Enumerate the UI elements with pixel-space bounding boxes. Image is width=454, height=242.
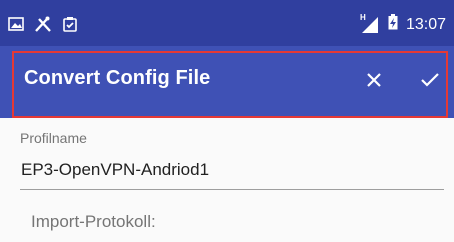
status-bar-notifications [8, 16, 78, 37]
app-toolbar: Convert Config File [0, 46, 454, 118]
status-bar-system: H 13:07 [360, 13, 446, 35]
image-icon [8, 17, 24, 36]
toolbar-title: Convert Config File [24, 67, 211, 89]
profile-name-label: Profilname [20, 130, 87, 146]
cancel-button[interactable] [356, 64, 392, 100]
profile-name-field[interactable] [20, 156, 444, 190]
clipboard-check-icon [62, 16, 78, 37]
close-icon [366, 72, 382, 93]
clock: 13:07 [405, 15, 446, 33]
check-icon [420, 72, 440, 93]
status-bar: H 13:07 [0, 0, 454, 46]
tools-icon [34, 16, 52, 37]
battery-charging-icon [388, 14, 398, 35]
import-log-label: Import-Protokoll: [31, 212, 156, 231]
confirm-button[interactable] [412, 64, 448, 100]
signal-icon: H [360, 13, 380, 33]
